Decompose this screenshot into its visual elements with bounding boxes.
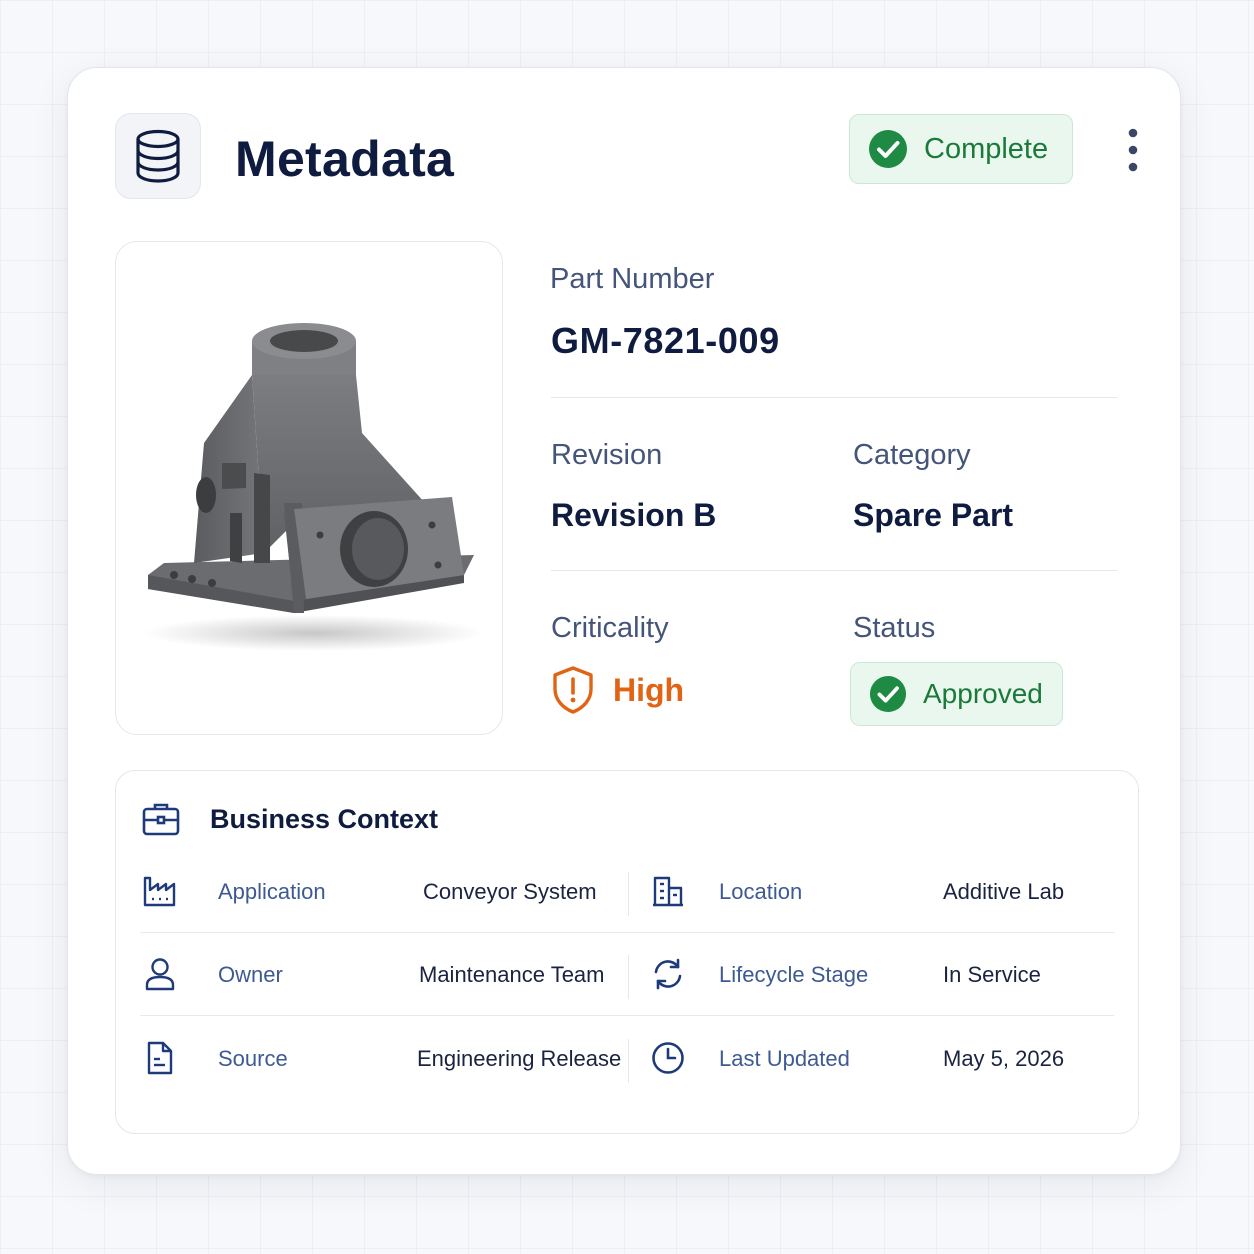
business-context-header: Business Context: [142, 801, 438, 837]
location-value: Additive Lab: [943, 879, 1065, 904]
business-context-panel: Business Context Application Conveyor Sy…: [115, 770, 1139, 1134]
table-row: Owner Maintenance Team Lifecycle Stage I…: [140, 936, 1114, 1018]
user-icon: [140, 954, 180, 994]
shield-alert-icon: [553, 666, 593, 714]
database-icon: [115, 113, 201, 199]
refresh-icon: [648, 954, 688, 994]
category-value: Spare Part: [853, 497, 1014, 533]
business-context-title: Business Context: [210, 803, 439, 834]
more-options-button[interactable]: [1118, 126, 1148, 174]
part-number-label: Part Number: [550, 263, 715, 295]
part-image: [144, 323, 484, 651]
approved-status-badge: Approved: [850, 662, 1063, 726]
divider: [551, 397, 1117, 398]
application-value: Conveyor System: [423, 879, 597, 904]
check-circle-icon: [869, 675, 907, 713]
metadata-card: Metadata Complete Part Number GM-7821-00…: [67, 67, 1181, 1175]
more-vertical-icon: [1128, 128, 1138, 172]
divider: [140, 1015, 1114, 1016]
revision-value: Revision B: [551, 497, 717, 533]
source-value: Engineering Release: [417, 1046, 622, 1071]
source-label: Source: [218, 1046, 288, 1071]
owner-label: Owner: [218, 962, 283, 987]
criticality-text: High: [613, 671, 685, 708]
application-label: Application: [218, 879, 326, 904]
approved-status-label: Approved: [923, 678, 1043, 709]
document-icon: [140, 1038, 180, 1078]
briefcase-icon: [142, 803, 180, 836]
column-divider: [628, 872, 629, 916]
table-row: Source Engineering Release Last Updated …: [140, 1020, 1114, 1102]
complete-status-badge: Complete: [849, 114, 1073, 184]
column-divider: [628, 955, 629, 999]
factory-icon: [140, 871, 180, 911]
part-image-container: [115, 241, 503, 735]
complete-status-label: Complete: [924, 132, 1049, 165]
column-divider: [628, 1039, 629, 1083]
category-label: Category: [853, 439, 971, 471]
table-row: Application Conveyor System Location Add…: [140, 853, 1114, 935]
location-label: Location: [719, 879, 803, 904]
divider: [551, 570, 1117, 571]
criticality-value: High: [551, 665, 684, 715]
owner-value: Maintenance Team: [419, 962, 605, 987]
part-number-value: GM-7821-009: [551, 320, 780, 361]
criticality-label: Criticality: [551, 612, 669, 644]
last-updated-label: Last Updated: [719, 1046, 850, 1071]
check-circle-icon: [869, 130, 907, 168]
status-label: Status: [853, 612, 936, 644]
building-icon: [648, 871, 688, 911]
lifecycle-stage-label: Lifecycle Stage: [719, 962, 869, 987]
lifecycle-stage-value: In Service: [943, 962, 1041, 987]
clock-icon: [648, 1038, 688, 1078]
divider: [140, 932, 1114, 933]
revision-label: Revision: [551, 439, 663, 471]
last-updated-value: May 5, 2026: [943, 1046, 1065, 1071]
page-title: Metadata: [235, 131, 455, 187]
